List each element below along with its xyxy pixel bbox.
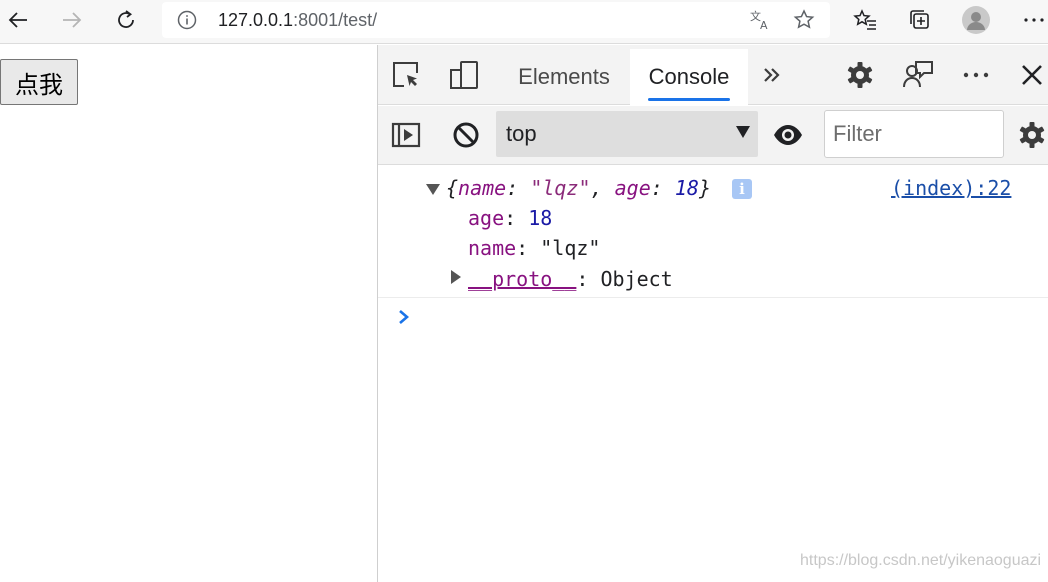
gear-icon xyxy=(1019,122,1045,148)
expand-triangle-icon[interactable] xyxy=(451,270,461,284)
console-output: {name: "lqz", age: 18} i (index):22 age:… xyxy=(378,166,1048,582)
favorites-button[interactable] xyxy=(848,4,884,36)
property-name: name: "lqz" xyxy=(468,234,600,262)
customize-button[interactable] xyxy=(960,59,992,91)
property-age: age: 18 xyxy=(468,204,552,232)
url-text[interactable]: 127.0.0.1:8001/test/ xyxy=(218,9,377,31)
forward-button[interactable] xyxy=(54,4,90,36)
property-value: Object xyxy=(600,267,673,291)
source-link[interactable]: (index):22 xyxy=(891,174,1011,202)
preview-value-name: "lqz" xyxy=(530,176,591,200)
device-icon xyxy=(450,61,478,89)
tab-elements[interactable]: Elements xyxy=(500,49,628,105)
more-button[interactable] xyxy=(1016,4,1048,36)
filter-input[interactable] xyxy=(825,111,1003,157)
property-key: __proto__ xyxy=(468,267,577,291)
collections-button[interactable] xyxy=(902,4,938,36)
console-settings-button[interactable] xyxy=(1016,119,1048,151)
preview-sep: : xyxy=(506,176,531,200)
property-key: age xyxy=(468,206,505,230)
brace-close: } xyxy=(698,176,711,200)
live-expression-button[interactable] xyxy=(772,119,804,151)
watermark: https://blog.csdn.net/yikenaoguazi xyxy=(800,552,1042,569)
clear-console-button[interactable] xyxy=(450,119,482,151)
property-value: 18 xyxy=(528,206,553,230)
device-toolbar-button[interactable] xyxy=(448,59,480,91)
sidebar-play-icon xyxy=(391,122,421,148)
double-chevron-right-icon xyxy=(764,68,780,82)
preview-key-age: age xyxy=(614,176,651,200)
profile-icon xyxy=(962,6,990,34)
close-icon xyxy=(1022,65,1042,85)
refresh-button[interactable] xyxy=(108,4,144,36)
preview-value-age: 18 xyxy=(674,176,699,200)
filter-field[interactable] xyxy=(824,110,1004,158)
property-proto[interactable]: __proto__: Object xyxy=(468,265,673,293)
more-icon xyxy=(963,72,989,78)
click-me-button[interactable]: 点我 xyxy=(0,59,78,105)
url-host: 127.0.0.1 xyxy=(218,10,294,30)
tab-console[interactable]: Console xyxy=(630,49,748,105)
close-devtools-button[interactable] xyxy=(1016,59,1048,91)
url-path: :8001/test/ xyxy=(293,10,378,30)
preview-comma: , xyxy=(590,176,615,200)
devtools-tabbar: Elements Console xyxy=(378,45,1048,105)
devtools-panel: Elements Console top Filter {name: "lqz"… xyxy=(377,45,1048,582)
address-bar[interactable]: 127.0.0.1:8001/test/ 文A xyxy=(162,2,830,38)
back-icon xyxy=(8,12,27,28)
property-sep: : xyxy=(516,236,541,260)
forward-icon xyxy=(63,12,82,28)
object-preview[interactable]: {name: "lqz", age: 18} xyxy=(446,174,711,202)
property-key: name xyxy=(468,236,517,260)
block-icon xyxy=(453,122,479,148)
context-select[interactable]: top xyxy=(496,111,758,157)
inspect-icon xyxy=(393,62,418,87)
collections-icon xyxy=(910,10,929,29)
console-toolbar: top xyxy=(378,106,1048,165)
eye-icon xyxy=(774,125,802,145)
collapse-triangle-icon[interactable] xyxy=(426,184,440,195)
inspect-element-button[interactable] xyxy=(390,59,422,91)
more-icon xyxy=(1024,18,1044,22)
property-value: "lqz" xyxy=(540,236,601,260)
gear-icon xyxy=(847,62,873,88)
console-message: {name: "lqz", age: 18} i (index):22 age:… xyxy=(378,166,1048,298)
property-sep: : xyxy=(504,206,529,230)
feedback-button[interactable] xyxy=(902,59,934,91)
profile-button[interactable] xyxy=(958,4,994,36)
more-tabs-button[interactable] xyxy=(756,59,788,91)
star-icon[interactable] xyxy=(792,8,816,32)
context-select-value: top xyxy=(506,121,537,146)
refresh-icon xyxy=(118,10,134,28)
feedback-icon xyxy=(903,61,933,88)
toggle-sidebar-button[interactable] xyxy=(390,119,422,151)
dropdown-caret-icon xyxy=(736,126,750,138)
settings-button[interactable] xyxy=(844,59,876,91)
favorites-icon xyxy=(853,9,876,30)
preview-key-name: name xyxy=(458,176,507,200)
console-prompt-icon[interactable] xyxy=(394,307,414,327)
back-button[interactable] xyxy=(0,4,36,36)
page-viewport: 点我 xyxy=(0,45,377,582)
translate-icon[interactable]: 文A xyxy=(748,8,772,32)
info-icon[interactable] xyxy=(176,9,198,31)
browser-toolbar: 127.0.0.1:8001/test/ 文A xyxy=(0,0,1048,44)
info-badge-icon[interactable]: i xyxy=(732,179,752,199)
svg-text:A: A xyxy=(760,19,768,32)
preview-sep: : xyxy=(650,176,675,200)
property-sep: : xyxy=(576,267,601,291)
brace-open: { xyxy=(446,176,459,200)
